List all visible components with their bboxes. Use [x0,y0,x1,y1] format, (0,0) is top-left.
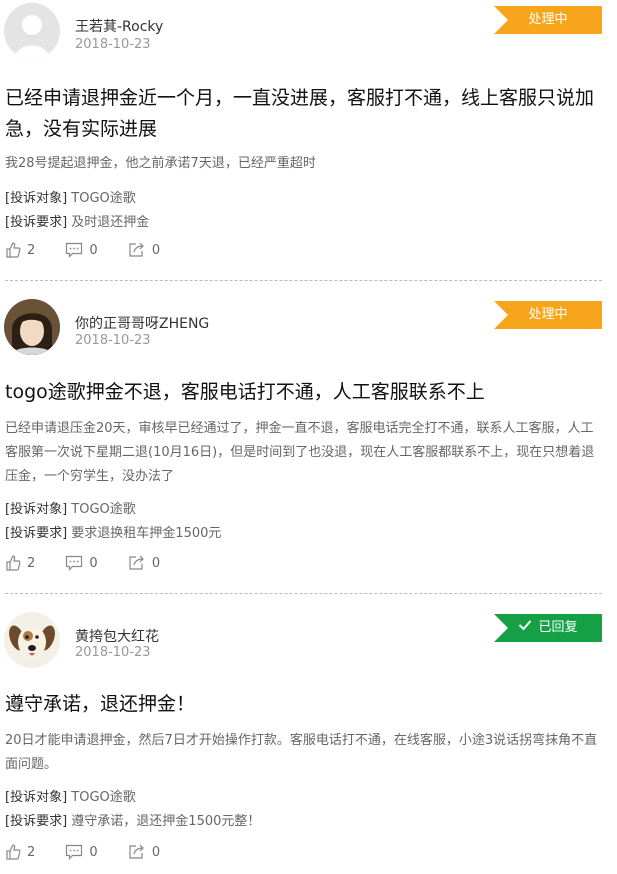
share-icon [129,555,144,570]
complaint-title[interactable]: 已经申请退押金近一个月，一直没进展，客服打不通，线上客服只说加急，没有实际进展 [5,83,601,145]
share-button[interactable]: 0 [128,844,160,860]
complaint-title[interactable]: 遵守承诺，退还押金！ [5,689,601,720]
comment-count: 0 [89,242,98,258]
post-date: 2018-10-23 [75,645,151,660]
like-button[interactable]: 2 [5,242,35,258]
user-name[interactable]: 王若萁-Rocky [75,16,163,36]
comment-icon [66,555,83,571]
user-name[interactable]: 你的正哥哥呀ZHENG [75,313,209,333]
post-date: 2018-10-23 [75,333,151,348]
thumbs-up-icon [6,242,21,258]
complaint-demand: [投诉要求] 遵守承诺，退还押金1500元整！ [5,813,260,831]
status-badge: 处理中 [494,301,602,329]
share-button[interactable]: 0 [128,555,160,571]
target-label: [投诉对象] [5,502,68,517]
demand-label: [投诉要求] [5,526,68,541]
share-count: 0 [151,844,161,860]
complaint-card[interactable]: 你的正哥哥呀ZHENG 2018-10-23 处理中 togo途歌押金不退，客服… [0,296,617,596]
complaint-demand: [投诉要求] 及时退还押金 [5,214,149,232]
avatar[interactable] [4,299,60,355]
target-value: TOGO途歌 [71,502,136,517]
comment-button[interactable]: 0 [65,242,98,258]
like-button[interactable]: 2 [5,844,35,860]
post-date: 2018-10-23 [75,37,151,52]
thumbs-up-icon [6,555,21,571]
demand-label: [投诉要求] [5,215,68,230]
demand-value: 及时退还押金 [71,215,150,230]
complaint-description: 已经申请退压金20天，审核早已经通过了，押金一直不退，客服电话完全打不通，联系人… [5,421,595,484]
divider [5,280,602,281]
like-count: 2 [27,555,36,571]
demand-label: [投诉要求] [5,814,68,829]
share-count: 0 [151,555,161,571]
target-label: [投诉对象] [5,790,68,805]
target-value: TOGO途歌 [71,191,136,206]
complaint-description: 20日才能申请退押金，然后7日才开始操作打款。客服电话打不通，在线客服，小途3说… [5,733,598,772]
complaint-target: [投诉对象] TOGO途歌 [5,501,136,519]
avatar[interactable] [4,612,60,668]
comment-count: 0 [89,555,98,571]
complaint-demand: [投诉要求] 要求退换租车押金1500元 [5,525,221,543]
target-label: [投诉对象] [5,191,68,206]
status-label: 已回复 [538,620,578,635]
comment-button[interactable]: 0 [65,555,98,571]
comment-button[interactable]: 0 [65,844,98,860]
comment-icon [66,242,83,258]
demand-value: 遵守承诺，退还押金1500元整！ [71,814,261,829]
status-badge: 处理中 [494,6,602,34]
complaint-target: [投诉对象] TOGO途歌 [5,789,136,807]
complaint-card[interactable]: 王若萁-Rocky 2018-10-23 处理中 已经申请退押金近一个月，一直没… [0,0,617,282]
divider [5,593,602,594]
complaint-card[interactable]: 黄挎包大红花 2018-10-23 已回复 遵守承诺，退还押金！ 20日才能申请… [0,609,617,874]
share-button[interactable]: 0 [128,242,160,258]
complaint-title[interactable]: togo途歌押金不退，客服电话打不通，人工客服联系不上 [5,377,601,408]
target-value: TOGO途歌 [71,790,136,805]
comment-count: 0 [89,844,98,860]
share-count: 0 [151,242,161,258]
action-bar: 2 0 0 [5,844,186,864]
check-icon [518,614,532,642]
complaint-description: 我28号提起退押金，他之前承诺7天退，已经严重超时 [5,156,316,171]
like-button[interactable]: 2 [5,555,35,571]
thumbs-up-icon [6,844,21,860]
avatar[interactable] [4,3,60,59]
comment-icon [66,844,83,860]
share-icon [129,844,144,859]
action-bar: 2 0 0 [5,555,186,575]
action-bar: 2 0 0 [5,242,186,262]
like-count: 2 [27,242,36,258]
demand-value: 要求退换租车押金1500元 [71,526,222,541]
like-count: 2 [27,844,36,860]
status-badge: 已回复 [494,614,602,642]
user-name[interactable]: 黄挎包大红花 [75,626,159,646]
complaint-target: [投诉对象] TOGO途歌 [5,190,136,208]
share-icon [129,242,144,257]
